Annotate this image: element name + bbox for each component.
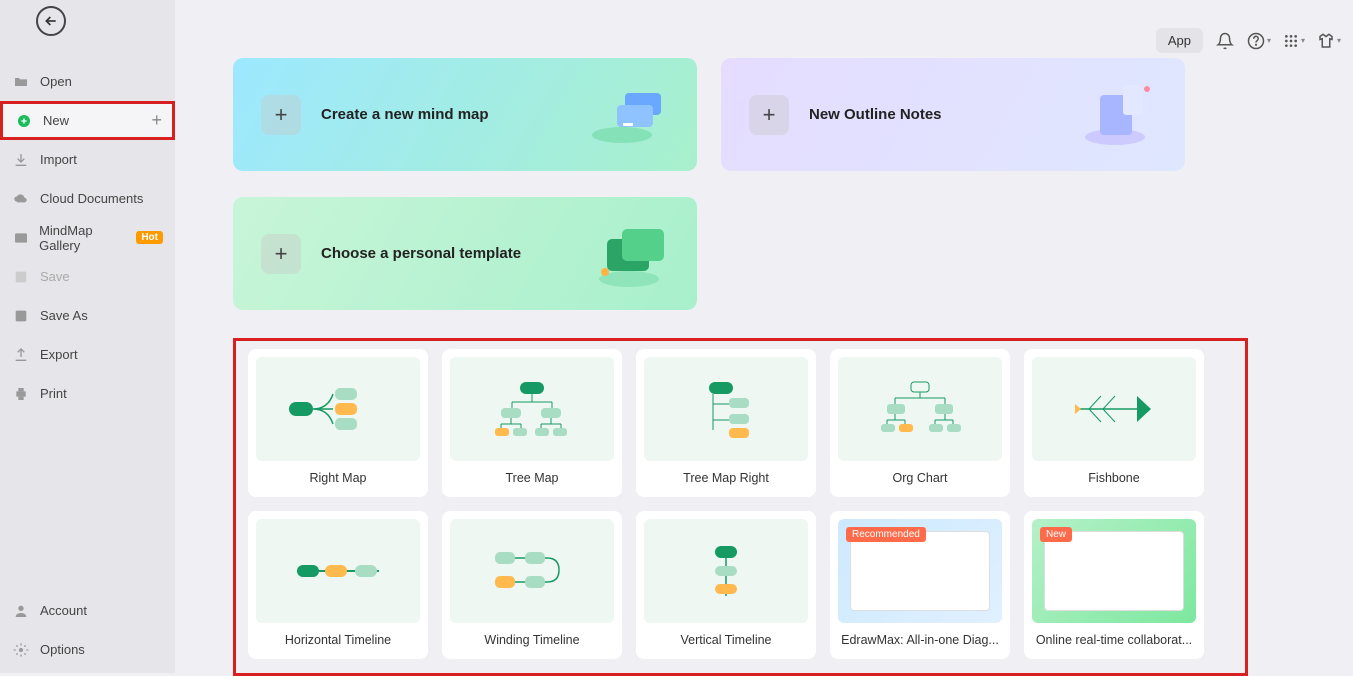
template-tree-map[interactable]: Tree Map [442,349,622,497]
sidebar-item-label: Options [40,642,85,657]
template-label: Horizontal Timeline [258,633,418,647]
card-personal-template[interactable]: + Choose a personal template [233,197,697,310]
gallery-icon [12,229,29,247]
template-vertical-timeline[interactable]: Vertical Timeline [636,511,816,659]
folder-icon [12,73,30,91]
template-tree-map-right[interactable]: Tree Map Right [636,349,816,497]
template-label: Org Chart [840,471,1000,485]
sidebar-item-label: Import [40,152,77,167]
sidebar-item-label: Account [40,603,87,618]
template-label: Tree Map [452,471,612,485]
sidebar-item-label: Save [40,269,70,284]
template-illustration [587,214,677,294]
sidebar-item-print[interactable]: Print [0,374,175,413]
template-label: EdrawMax: All-in-one Diag... [840,633,1000,647]
sidebar-item-label: Print [40,386,67,401]
sidebar-item-export[interactable]: Export [0,335,175,374]
sidebar-item-label: Save As [40,308,88,323]
sidebar-item-gallery[interactable]: MindMap Gallery Hot [0,218,175,257]
card-title: New Outline Notes [809,106,942,123]
hot-badge: Hot [136,231,163,244]
cloud-icon [12,190,30,208]
template-label: Winding Timeline [452,633,612,647]
sidebar-item-open[interactable]: Open [0,62,175,101]
user-icon [12,602,30,620]
template-fishbone[interactable]: Fishbone [1024,349,1204,497]
card-new-outline[interactable]: + New Outline Notes [721,58,1185,171]
card-title: Choose a personal template [321,245,521,262]
plus-icon: + [749,95,789,135]
plus-icon: + [261,234,301,274]
plus-icon: + [261,95,301,135]
template-org-chart[interactable]: Org Chart [830,349,1010,497]
sidebar-item-cloud[interactable]: Cloud Documents [0,179,175,218]
template-horizontal-timeline[interactable]: Horizontal Timeline [248,511,428,659]
template-online-collab[interactable]: New Online real-time collaborat... [1024,511,1204,659]
plus-icon: + [151,110,162,131]
sidebar-item-save[interactable]: Save [0,257,175,296]
sidebar-item-label: Open [40,74,72,89]
print-icon [12,385,30,403]
template-label: Vertical Timeline [646,633,806,647]
sidebar-item-options[interactable]: Options [0,630,175,669]
template-winding-timeline[interactable]: Winding Timeline [442,511,622,659]
template-label: Online real-time collaborat... [1034,633,1194,647]
export-icon [12,346,30,364]
back-button[interactable] [36,6,66,36]
template-right-map[interactable]: Right Map [248,349,428,497]
gear-icon [12,641,30,659]
sidebar-item-account[interactable]: Account [0,591,175,630]
sidebar-item-label: New [43,113,69,128]
main-area: + Create a new mind map + New Outline No… [175,0,1353,673]
saveas-icon [12,307,30,325]
template-edrawmax[interactable]: Recommended EdrawMax: All-in-one Diag... [830,511,1010,659]
template-label: Fishbone [1034,471,1194,485]
new-badge: New [1040,527,1072,542]
card-title: Create a new mind map [321,106,489,123]
sidebar-item-import[interactable]: Import [0,140,175,179]
sidebar-item-new[interactable]: New + [0,101,175,140]
card-new-mindmap[interactable]: + Create a new mind map [233,58,697,171]
sidebar: Open New + Import Cloud Documents MindMa… [0,0,175,673]
template-label: Right Map [258,471,418,485]
sidebar-item-label: Cloud Documents [40,191,143,206]
template-label: Tree Map Right [646,471,806,485]
download-icon [12,151,30,169]
mindmap-illustration [587,75,677,155]
template-grid-area: Right Map Tree Map Tree Map Right Org Ch… [233,338,1248,676]
sidebar-item-label: Export [40,347,78,362]
sidebar-item-saveas[interactable]: Save As [0,296,175,335]
sidebar-item-label: MindMap Gallery [39,223,132,253]
plus-circle-icon [15,112,33,130]
save-icon [12,268,30,286]
outline-illustration [1075,75,1165,155]
recommended-badge: Recommended [846,527,926,542]
